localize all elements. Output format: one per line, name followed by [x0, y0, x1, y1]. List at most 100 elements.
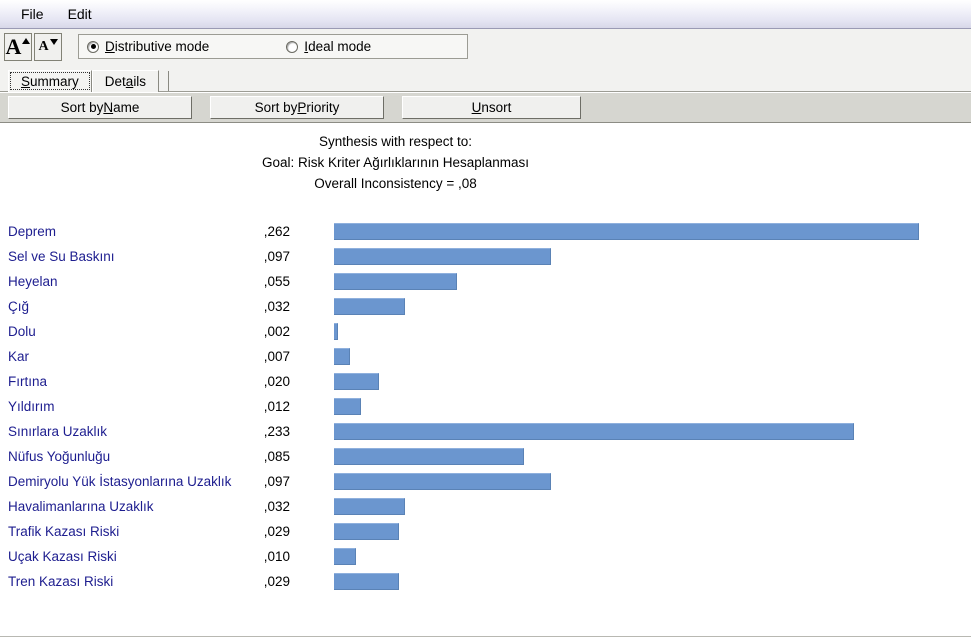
priority-row-value: ,010 — [263, 549, 290, 564]
accel-letter: P — [297, 100, 307, 115]
tab-details[interactable]: Det a ils — [91, 70, 160, 92]
priority-bar-track — [334, 223, 965, 240]
menu-item-edit[interactable]: Edit — [57, 4, 103, 25]
heading-line-1: Synthesis with respect to: — [318, 134, 473, 149]
priority-row[interactable]: Demiryolu Yük İstasyonlarına Uzaklık ,097 — [0, 469, 971, 494]
sort-by-name-button[interactable]: Sort by Name — [8, 96, 192, 119]
priority-bar-track — [334, 323, 965, 340]
radio-distributive-mode[interactable]: Distributive mode — [87, 39, 209, 54]
tab-summary[interactable]: Summary — [8, 70, 92, 92]
priority-bar — [334, 473, 551, 490]
priority-row-value: ,085 — [263, 449, 290, 464]
priority-row[interactable]: Nüfus Yoğunluğu ,085 — [0, 444, 971, 469]
font-small-a-icon: A — [38, 38, 49, 54]
priority-bar — [334, 448, 524, 465]
priority-bar — [334, 223, 919, 240]
priority-row-label: Sınırlara Uzaklık — [8, 424, 108, 439]
priority-row[interactable]: Deprem ,262 — [0, 219, 971, 244]
priority-bar — [334, 573, 399, 590]
priority-row-label: Deprem — [8, 224, 57, 239]
priority-bar — [334, 298, 405, 315]
priority-row[interactable]: Sel ve Su Baskını ,097 — [0, 244, 971, 269]
radio-unselected-icon[interactable] — [286, 40, 299, 53]
priority-row-label: Kar — [8, 349, 30, 364]
priority-bar — [334, 373, 379, 390]
accel-letter: D — [105, 39, 115, 54]
priority-bar-track — [334, 498, 965, 515]
priority-row-label: Uçak Kazası Riski — [8, 549, 117, 564]
priority-row-label: Dolu — [8, 324, 36, 339]
priority-bar-track — [334, 448, 965, 465]
menu-item-file[interactable]: File — [10, 4, 55, 25]
priority-bar-track — [334, 298, 965, 315]
priority-row[interactable]: Uçak Kazası Riski ,010 — [0, 544, 971, 569]
priority-row[interactable]: Tren Kazası Riski ,029 — [0, 569, 971, 594]
toolbar: A A Distributive mode Ideal mode — [0, 29, 971, 64]
priority-bar-track — [334, 573, 965, 590]
tab-separator — [168, 71, 170, 91]
priority-bar — [334, 423, 854, 440]
increase-font-size-button[interactable]: A — [4, 32, 32, 61]
radio-distributive-mode-label: Distributive mode — [105, 39, 210, 54]
mode-radio-group: Distributive mode Ideal mode — [78, 34, 468, 59]
priority-row[interactable]: Havalimanlarına Uzaklık ,032 — [0, 494, 971, 519]
tab-strip: Summary Det a ils — [0, 64, 971, 92]
priority-row-value: ,097 — [263, 474, 290, 489]
priority-row-label: Fırtına — [8, 374, 48, 389]
priority-bar-track — [334, 523, 965, 540]
priority-row-label: Çığ — [8, 299, 30, 314]
sort-button-bar: Sort by Name Sort by Priority Unsort — [0, 92, 971, 123]
priority-row-label: Trafik Kazası Riski — [8, 524, 120, 539]
priority-row[interactable]: Sınırlara Uzaklık ,233 — [0, 419, 971, 444]
priority-row-label: Tren Kazası Riski — [8, 574, 114, 589]
priority-row-label: Heyelan — [8, 274, 58, 289]
priority-row-label: Yıldırım — [8, 399, 55, 414]
priority-row-label: Havalimanlarına Uzaklık — [8, 499, 154, 514]
priority-bar-track — [334, 398, 965, 415]
radio-ideal-mode[interactable]: Ideal mode — [286, 39, 371, 54]
priority-row[interactable]: Fırtına ,020 — [0, 369, 971, 394]
priority-row-value: ,262 — [263, 224, 290, 239]
priority-row[interactable]: Trafik Kazası Riski ,029 — [0, 519, 971, 544]
priority-row-value: ,029 — [263, 524, 290, 539]
priority-row-value: ,233 — [263, 424, 290, 439]
priority-bar — [334, 498, 405, 515]
priority-row-label: Sel ve Su Baskını — [8, 249, 115, 264]
priority-row-value: ,029 — [263, 574, 290, 589]
priority-row-value: ,055 — [263, 274, 290, 289]
priority-row-value: ,020 — [263, 374, 290, 389]
priority-bar — [334, 523, 399, 540]
priority-bar — [334, 348, 350, 365]
radio-ideal-mode-label: Ideal mode — [304, 39, 372, 54]
priority-bar-track — [334, 248, 965, 265]
priority-bar — [334, 323, 338, 340]
priority-bar — [334, 548, 356, 565]
priority-row-value: ,002 — [263, 324, 290, 339]
priority-row-value: ,032 — [263, 299, 290, 314]
menu-bar: File Edit — [0, 0, 971, 29]
accel-letter: S — [21, 74, 31, 89]
arrow-up-icon — [22, 37, 31, 44]
priority-row-label: Nüfus Yoğunluğu — [8, 449, 111, 464]
priority-row-value: ,097 — [263, 249, 290, 264]
unsort-button[interactable]: Unsort — [402, 96, 581, 119]
chart-heading: Synthesis with respect to: Goal: Risk Kr… — [0, 123, 971, 194]
priority-row-label: Demiryolu Yük İstasyonlarına Uzaklık — [8, 474, 232, 489]
priority-row[interactable]: Çığ ,032 — [0, 294, 971, 319]
sort-by-priority-button[interactable]: Sort by Priority — [210, 96, 384, 119]
decrease-font-size-button[interactable]: A — [34, 32, 62, 61]
radio-selected-icon[interactable] — [87, 40, 99, 53]
priority-row[interactable]: Yıldırım ,012 — [0, 394, 971, 419]
priority-row-value: ,007 — [263, 349, 290, 364]
priority-bar-track — [334, 548, 965, 565]
priority-row[interactable]: Dolu ,002 — [0, 319, 971, 344]
priority-bar — [334, 398, 361, 415]
priority-row-value: ,012 — [263, 399, 290, 414]
font-large-a-icon: A — [5, 33, 22, 59]
priority-row[interactable]: Kar ,007 — [0, 344, 971, 369]
accel-letter: a — [125, 74, 134, 89]
synthesis-chart-pane: Synthesis with respect to: Goal: Risk Kr… — [0, 123, 971, 637]
accel-letter: N — [103, 100, 114, 115]
priority-row[interactable]: Heyelan ,055 — [0, 269, 971, 294]
priority-bar — [334, 248, 551, 265]
